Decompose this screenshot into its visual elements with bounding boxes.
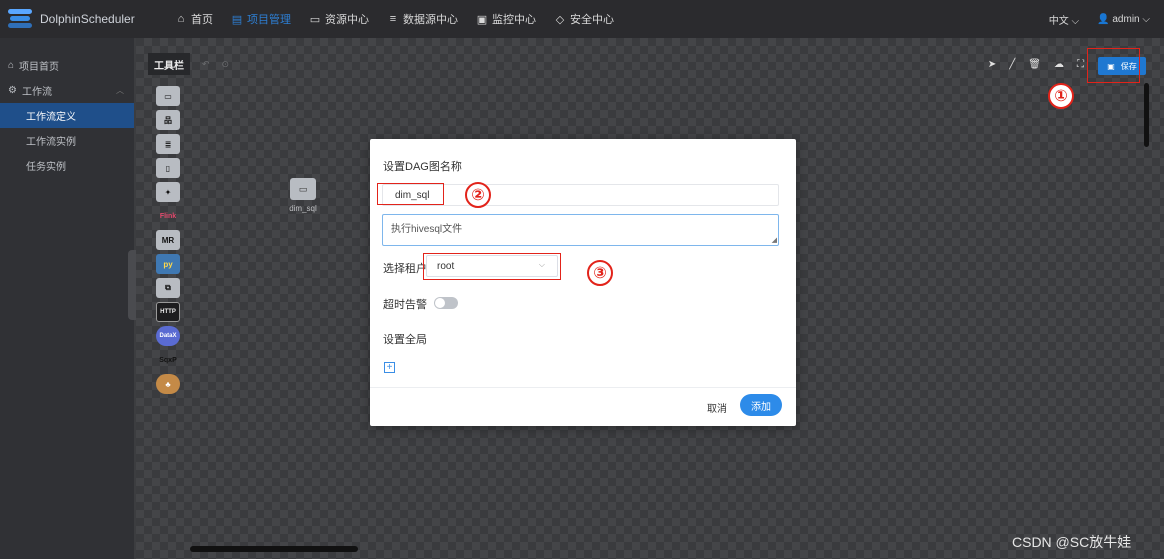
python-task-icon[interactable]: py	[156, 254, 180, 274]
undo-icon[interactable]: ↶	[202, 59, 210, 70]
redo-icon[interactable]: ⊙	[222, 59, 230, 70]
nav-item-label: 安全中心	[570, 14, 614, 26]
top-navbar: DolphinScheduler ⌂ 首页 ▤ 项目管理 ▭ 资源中心 ≡ 数据…	[0, 0, 1164, 38]
task-palette: ▭ 品 ≣ ▯ ✦ Flink MR py ⧉ HTTP DataX SqxP …	[156, 86, 184, 394]
sidebar-item-task-instance[interactable]: 任务实例	[0, 153, 134, 178]
language-label: 中文	[1048, 15, 1069, 27]
global-params-label: 设置全局	[383, 334, 427, 346]
language-switcher[interactable]: 中文 ⌵	[1049, 12, 1079, 27]
dialog-footer: 取消 添加	[370, 387, 796, 426]
chevron-down-icon: ⌵	[1142, 13, 1150, 25]
dag-node-label: dim_sql	[289, 204, 317, 213]
cancel-button[interactable]: 取消	[707, 400, 727, 415]
procedure-task-icon[interactable]: ≣	[156, 134, 180, 154]
main-nav: ⌂ 首页 ▤ 项目管理 ▭ 资源中心 ≡ 数据源中心 ▣ 监控中心 ◇ 安全中心	[166, 0, 623, 38]
sidebar-item-label: 任务实例	[26, 162, 66, 173]
line-icon[interactable]: ╱	[1009, 59, 1015, 70]
database-icon: ≡	[389, 13, 397, 25]
add-button[interactable]: 添加	[740, 394, 782, 416]
sidebar: ⌂ 项目首页 ⚙ 工作流 ︿ 工作流定义 工作流实例 任务实例	[0, 38, 134, 559]
nav-item-label: 数据源中心	[403, 14, 458, 26]
mr-task-icon[interactable]: MR	[156, 230, 180, 250]
monitor-icon: ▣	[476, 13, 488, 26]
pointer-icon[interactable]: ➤	[988, 59, 996, 70]
dag-description-textarea[interactable]: 执行hivesql文件 ◢	[382, 214, 779, 246]
shell-task-icon[interactable]: ▭	[156, 86, 180, 106]
add-param-icon[interactable]: +	[384, 362, 395, 373]
delete-icon[interactable]: 🗑	[1028, 59, 1041, 70]
tenant-label: 选择租户	[383, 263, 427, 275]
spark-task-icon[interactable]: ✦	[156, 182, 180, 202]
datax-task-icon[interactable]: DataX	[156, 326, 180, 346]
user-menu[interactable]: 👤 admin ⌵	[1097, 14, 1150, 25]
sidebar-item-label: 项目首页	[19, 62, 60, 73]
sqoop-task-icon[interactable]: SqxP	[156, 350, 180, 370]
dag-node[interactable]: ▭ dim_sql	[286, 178, 320, 213]
nav-item-home[interactable]: ⌂ 首页	[166, 0, 222, 38]
annotation-number-2: ②	[465, 182, 491, 208]
annotation-number-1: ①	[1048, 83, 1074, 109]
app-name: DolphinScheduler	[40, 12, 135, 26]
fullscreen-icon[interactable]: ⛶	[1077, 59, 1084, 70]
vertical-scrollbar[interactable]	[1144, 83, 1149, 147]
user-icon: 👤	[1097, 13, 1110, 25]
dialog-title: 设置DAG图名称	[383, 161, 462, 173]
http-task-icon[interactable]: HTTP	[156, 302, 180, 322]
watermark: CSDN @SC放牛娃	[1012, 534, 1132, 550]
project-icon: ▤	[231, 13, 243, 26]
subprocess-task-icon[interactable]: 品	[156, 110, 180, 130]
annotation-box-tenant	[423, 253, 561, 280]
sidebar-item-label: 工作流定义	[26, 112, 76, 123]
download-icon[interactable]: ☁	[1054, 59, 1064, 70]
nav-item-monitor[interactable]: ▣ 监控中心	[467, 0, 545, 38]
home-icon: ⌂	[8, 60, 15, 71]
horizontal-scrollbar[interactable]	[190, 546, 358, 552]
sidebar-collapse-handle[interactable]	[128, 250, 136, 320]
sidebar-item-workflow-instance[interactable]: 工作流实例	[0, 128, 134, 153]
nav-item-resource[interactable]: ▭ 资源中心	[300, 0, 378, 38]
nav-item-project[interactable]: ▤ 项目管理	[222, 0, 300, 38]
sidebar-item-workflow[interactable]: ⚙ 工作流 ︿	[0, 78, 134, 103]
sidebar-item-label: 工作流实例	[26, 137, 76, 148]
dependent-task-icon[interactable]: ⧉	[156, 278, 180, 298]
flink-task-icon[interactable]: Flink	[156, 206, 180, 226]
shield-icon: ◇	[555, 13, 565, 26]
dolphin-logo-icon	[6, 8, 34, 30]
resize-handle-icon[interactable]: ◢	[772, 236, 777, 244]
sql-task-icon[interactable]: ▯	[156, 158, 180, 178]
sidebar-item-project-home[interactable]: ⌂ 项目首页	[0, 53, 134, 78]
folder-icon: ▭	[309, 13, 321, 26]
gear-icon: ⚙	[8, 85, 17, 96]
home-icon: ⌂	[177, 13, 185, 25]
annotation-box-name	[377, 183, 444, 205]
chevron-down-icon: ⌵	[1071, 15, 1080, 27]
app-logo[interactable]: DolphinScheduler	[0, 8, 160, 30]
nav-item-label: 项目管理	[247, 14, 291, 26]
nav-item-label: 监控中心	[492, 14, 536, 26]
user-name: admin	[1112, 13, 1140, 25]
timeout-alarm-label: 超时告警	[383, 299, 427, 311]
description-text: 执行hivesql文件	[391, 224, 463, 235]
annotation-box-save	[1087, 48, 1140, 83]
nav-item-label: 首页	[191, 14, 213, 26]
conditions-task-icon[interactable]: ♣	[156, 374, 180, 394]
sidebar-item-workflow-definition[interactable]: 工作流定义	[0, 103, 134, 128]
toolbox-label: 工具栏	[148, 53, 190, 75]
annotation-number-3: ③	[587, 260, 613, 286]
timeout-alarm-toggle[interactable]	[434, 297, 458, 309]
chevron-up-icon: ︿	[116, 86, 124, 95]
nav-item-security[interactable]: ◇ 安全中心	[545, 0, 623, 38]
nav-item-label: 资源中心	[325, 14, 369, 26]
sidebar-item-label: 工作流	[21, 87, 52, 98]
nav-item-datasource[interactable]: ≡ 数据源中心	[378, 0, 467, 38]
sql-node-icon: ▭	[290, 178, 316, 200]
